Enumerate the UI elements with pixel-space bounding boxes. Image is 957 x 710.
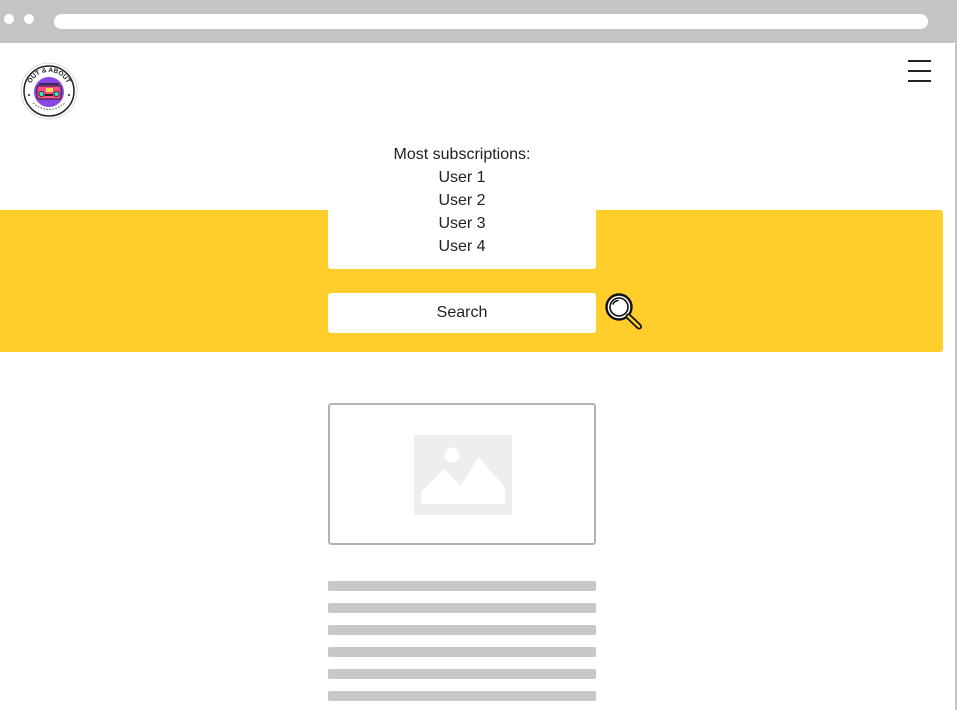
subscription-user-item[interactable]: User 1 [328,166,596,189]
subscription-user-item[interactable]: User 3 [328,212,596,235]
subscription-user-item[interactable]: User 2 [328,189,596,212]
subscriptions-title: Most subscriptions: [393,146,531,163]
menu-line [908,60,931,62]
subscriptions-list: User 1 User 2 User 3 User 4 [328,166,596,258]
text-placeholder-line [328,669,596,679]
menu-line [908,80,931,82]
text-placeholder-line [328,581,596,591]
text-placeholder-line [328,603,596,613]
window-control-dot[interactable] [4,14,14,24]
hamburger-menu-icon[interactable] [905,58,933,84]
logo-icon: OUT & ABOUT [20,62,78,120]
page: OUT & ABOUT Most subscriptions: User 1 U… [0,0,957,710]
image-placeholder-icon [414,435,512,515]
menu-line [908,70,931,72]
site-logo[interactable]: OUT & ABOUT [20,62,78,120]
text-placeholder-line [328,691,596,701]
text-placeholder-line [328,625,596,635]
window-control-dot[interactable] [24,14,34,24]
browser-toolbar [0,0,955,43]
text-placeholder-line [328,647,596,657]
magnifier-icon[interactable] [604,292,644,330]
image-card[interactable] [328,403,596,545]
most-subscriptions-panel: Most subscriptions: User 1 User 2 User 3… [328,140,596,269]
search-input[interactable] [328,293,596,333]
address-bar[interactable] [54,14,928,29]
subscription-user-item[interactable]: User 4 [328,235,596,258]
